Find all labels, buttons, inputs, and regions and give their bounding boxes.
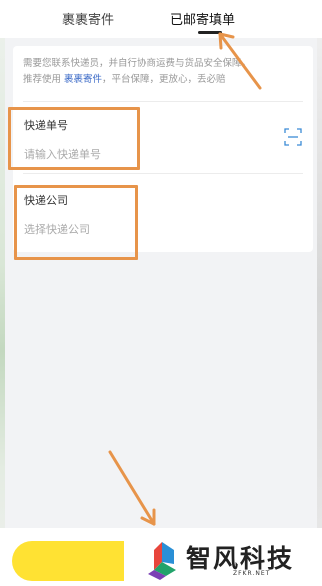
tab-guoguo-send[interactable]: 裹裹寄件	[62, 9, 114, 28]
watermark-domain: ZFKR.NET	[233, 570, 271, 577]
left-background-strip	[0, 0, 5, 586]
tab-bar: 裹裹寄件 已邮寄填单	[0, 0, 322, 38]
submit-button[interactable]	[12, 541, 124, 581]
right-background-strip	[317, 0, 322, 586]
guoguo-send-link[interactable]: 裹裹寄件	[64, 74, 102, 85]
scan-icon[interactable]	[284, 128, 302, 146]
annotation-arrow-bottom	[108, 450, 156, 526]
notice-line-2-prefix: 推荐使用	[23, 74, 65, 85]
notice-line-2-suffix: ，平台保障，更放心，丢必赔	[102, 74, 226, 85]
annotation-arrow-top	[218, 32, 262, 90]
notice-divider	[23, 101, 303, 102]
tracking-divider	[23, 173, 303, 174]
watermark-logo-icon	[148, 542, 176, 580]
highlight-box-courier	[14, 185, 138, 260]
highlight-box-tracking	[8, 107, 140, 170]
